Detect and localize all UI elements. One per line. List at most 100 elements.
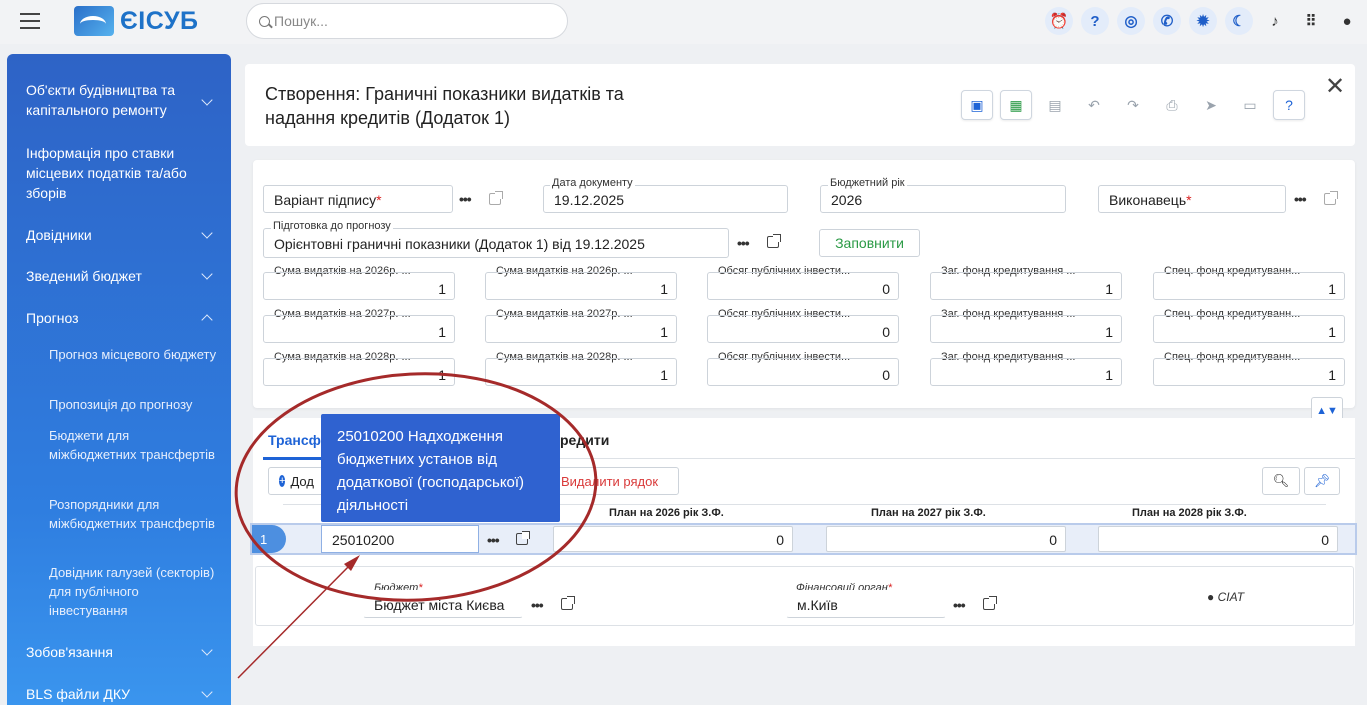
open-external-icon[interactable] [489,191,503,205]
sidebar-sub-budgets-transfers[interactable]: Бюджети для міжбюджетних трансфертів [49,426,219,464]
more-icon[interactable]: ••• [953,597,966,613]
user-icon: ● [1207,590,1215,604]
sidebar-sub-sectors[interactable]: Довідник галузей (секторів) для публічно… [49,563,219,620]
top-bar: ЄІСУБ ⏰ ? ◎ ✆ ✹ ☾ ♪ ⠿ ● [0,0,1367,44]
plus-circle-icon: + [279,475,286,487]
executor-field[interactable]: Виконавець* [1098,185,1286,213]
alarm-icon[interactable]: ⏰ [1045,7,1073,35]
send-icon[interactable]: ➤ [1195,90,1227,120]
app-logo[interactable]: ЄІСУБ [74,4,198,38]
indicator-field[interactable]: 1 [485,358,677,386]
indicator-field[interactable]: 0 [707,315,899,343]
support-icon[interactable]: ◎ [1117,7,1145,35]
tab-credits[interactable]: редити [560,432,609,448]
search-input[interactable] [274,13,544,29]
open-external-icon[interactable] [516,531,530,545]
more-icon[interactable]: ••• [487,532,500,548]
document-header: Створення: Граничні показники видатків т… [245,64,1355,146]
sidebar-item-forecast[interactable]: Прогноз [26,308,206,328]
indicator-field[interactable]: 1 [263,358,455,386]
open-external-icon[interactable] [983,596,997,610]
user-info: ● CIAT [1207,590,1244,604]
search-icon [259,15,270,27]
help-icon[interactable]: ? [1273,90,1305,120]
logo-text: ЄІСУБ [120,6,199,35]
user-icon[interactable]: ● [1333,7,1361,35]
settings-icon[interactable]: ✹ [1189,7,1217,35]
print-icon[interactable]: ⎙ [1156,90,1188,120]
phone-icon[interactable]: ✆ [1153,7,1181,35]
signature-field[interactable]: Варіант підпису* [263,185,453,213]
sidebar-sub-proposal[interactable]: Пропозиція до прогнозу [49,395,219,414]
video-icon[interactable]: ▭ [1234,90,1266,120]
indicator-field[interactable]: 1 [1153,358,1345,386]
column-header-2027: План на 2027 рік З.Ф. [871,507,986,519]
open-external-icon[interactable] [561,596,575,610]
open-external-icon[interactable] [767,234,781,248]
more-icon[interactable]: ••• [459,191,472,207]
delete-row-button[interactable]: Видалити рядок [556,467,679,495]
indicator-field[interactable]: 1 [1153,272,1345,300]
indicator-field[interactable]: 1 [1153,315,1345,343]
year-field[interactable]: 2026 [820,185,1066,213]
redo-icon[interactable]: ↷ [1117,90,1149,120]
cell-plan-2026[interactable]: 0 [553,526,793,552]
fin-organ-field[interactable]: м.Київ [786,590,946,618]
cell-plan-2027[interactable]: 0 [826,526,1066,552]
sidebar-item-obligations[interactable]: Зобов'язання [26,642,206,662]
indicator-field[interactable]: 0 [707,272,899,300]
sidebar-sub-managers-transfers[interactable]: Розпорядники для міжбюджетних трансферті… [49,495,219,533]
executor-label: Виконавець [1109,192,1187,208]
more-icon[interactable]: ••• [737,235,750,251]
indicator-field[interactable]: 1 [485,272,677,300]
fill-button[interactable]: Заповнити [819,229,920,257]
apps-grid-icon[interactable]: ⠿ [1297,7,1325,35]
search-table-icon[interactable]: 🔍︎ [1262,467,1300,495]
sidebar-item-bls[interactable]: BLS файли ДКУ [26,684,206,704]
logo-mark-icon [74,6,114,36]
tab-active-indicator [263,457,323,460]
pin-icon[interactable]: 📌︎ [1304,467,1340,495]
sidebar-item-construction[interactable]: Об'єкти будівництва та капітального ремо… [26,80,206,120]
menu-icon[interactable] [20,13,40,29]
required-mark: * [376,192,382,208]
year-label: Бюджетний рік [828,177,907,189]
top-icons: ⏰ ? ◎ ✆ ✹ ☾ ♪ ⠿ ● [1045,7,1361,35]
indicator-field[interactable]: 1 [930,272,1122,300]
undo-icon[interactable]: ↶ [1078,90,1110,120]
open-external-icon[interactable] [1324,191,1338,205]
date-field[interactable]: 19.12.2025 [543,185,788,213]
more-icon[interactable]: ••• [531,597,544,613]
save-approve-icon[interactable]: ▦ [1000,90,1032,120]
help-icon[interactable]: ? [1081,7,1109,35]
required-mark: * [1186,192,1192,208]
indicator-field[interactable]: 1 [485,315,677,343]
tab-transfers[interactable]: Трансф [268,432,321,448]
indicator-field[interactable]: 1 [263,272,455,300]
sidebar-sub-local-forecast[interactable]: Прогноз місцевого бюджету [49,345,219,364]
prep-field[interactable]: Орієнтовні граничні показники (Додаток 1… [263,228,729,258]
save-icon[interactable]: ▣ [961,90,993,120]
toolbar: ▣ ▦ ▤ ↶ ↷ ⎙ ➤ ▭ ? [961,90,1305,120]
indicator-field[interactable]: 0 [707,358,899,386]
budget-field[interactable]: Бюджет міста Києва [363,590,523,618]
add-row-button[interactable]: + Дод [268,467,324,495]
column-header-2026: План на 2026 рік З.Ф. [609,507,724,519]
indicator-field[interactable]: 1 [263,315,455,343]
search-box[interactable] [246,3,568,39]
theme-moon-icon[interactable]: ☾ [1225,7,1253,35]
sidebar-item-consolidated[interactable]: Зведений бюджет [26,266,206,286]
close-icon[interactable]: ✕ [1325,72,1345,101]
calendar-icon[interactable]: ▤ [1039,90,1071,120]
sidebar-item-directories[interactable]: Довідники [26,225,206,245]
page-title: Створення: Граничні показники видатків т… [265,84,624,128]
cell-plan-2028[interactable]: 0 [1098,526,1338,552]
indicator-field[interactable]: 1 [930,358,1122,386]
code-cell[interactable]: 25010200 [321,525,479,553]
more-icon[interactable]: ••• [1294,191,1307,207]
bell-icon[interactable]: ♪ [1261,7,1289,35]
sidebar-item-tax-rates[interactable]: Інформація про ставки місцевих податків … [26,143,206,203]
sidebar: Об'єкти будівництва та капітального ремо… [7,54,231,705]
indicator-field[interactable]: 1 [930,315,1122,343]
code-tooltip: 25010200 Надходження бюджетних установ в… [321,414,560,522]
